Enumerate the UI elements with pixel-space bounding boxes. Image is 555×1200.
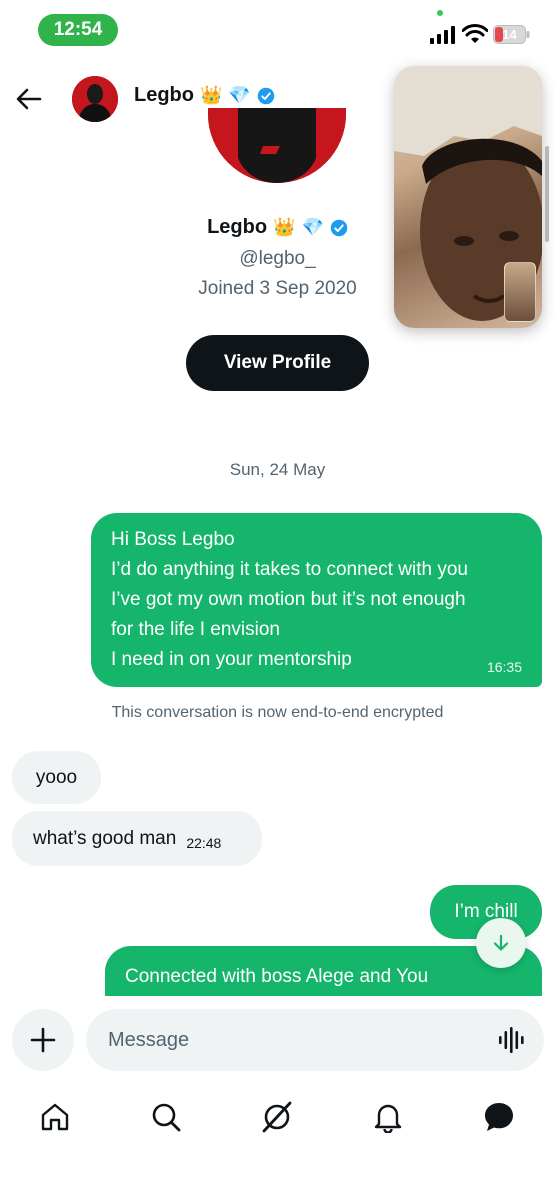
view-profile-button[interactable]: View Profile: [186, 335, 369, 391]
sent-message-bubble[interactable]: Hi Boss Legbo I’d do anything it takes t…: [91, 513, 542, 687]
avatar[interactable]: [72, 76, 118, 122]
message-line: for the life I envision: [111, 619, 280, 640]
add-attachment-button[interactable]: [12, 1009, 74, 1071]
verified-badge-icon: [257, 87, 275, 104]
scroll-to-bottom-button[interactable]: [476, 918, 526, 968]
battery-level: 14: [502, 27, 517, 42]
home-icon: [41, 1103, 69, 1131]
nav-home[interactable]: [25, 1084, 85, 1150]
received-message-bubble[interactable]: yooo: [12, 751, 101, 804]
date-separator: Sun, 24 May: [229, 460, 326, 479]
profile-avatar[interactable]: [208, 108, 346, 183]
battery-icon: 14: [493, 25, 530, 44]
plus-icon: [30, 1027, 56, 1053]
bottom-nav: [0, 1084, 555, 1150]
message-line: Hi Boss Legbo: [111, 529, 235, 550]
grok-icon: [262, 1101, 292, 1133]
scrollbar[interactable]: [545, 146, 549, 242]
voice-message-icon[interactable]: [497, 1026, 527, 1054]
search-icon: [152, 1103, 181, 1132]
message-line: I need in on your mentorship: [111, 649, 352, 670]
encryption-notice: This conversation is now end-to-end encr…: [111, 704, 444, 721]
diamond-badge-icon: 💎: [228, 85, 251, 106]
messages-icon: [485, 1103, 513, 1131]
nav-search[interactable]: [136, 1084, 196, 1150]
received-message-bubble[interactable]: what’s good man 22:48: [12, 811, 262, 866]
back-arrow-icon[interactable]: [14, 84, 44, 114]
message-input[interactable]: [86, 1009, 544, 1071]
wifi-icon: [462, 24, 488, 43]
video-call-preview[interactable]: [394, 66, 542, 328]
diamond-badge-icon: 💎: [301, 217, 324, 238]
status-time: 12:54: [38, 14, 118, 46]
self-video-thumbnail[interactable]: [504, 262, 536, 322]
arrow-down-icon: [493, 934, 509, 951]
message-text: Connected with boss Alege and You: [125, 966, 429, 987]
message-timestamp: 16:35: [486, 659, 522, 675]
message-timestamp: 22:48: [186, 834, 222, 851]
crown-badge-icon: 👑: [200, 85, 223, 106]
conversation-title[interactable]: Legbo 👑 💎: [134, 84, 275, 107]
crown-badge-icon: 👑: [273, 217, 296, 238]
notifications-icon: [374, 1104, 402, 1133]
cellular-signal-icon: [430, 26, 455, 44]
nav-messages[interactable]: [469, 1084, 529, 1150]
verified-badge-icon: [330, 219, 348, 236]
nav-notifications[interactable]: [358, 1084, 418, 1150]
message-text: yooo: [35, 766, 78, 788]
message-line: I’d do anything it takes to connect with…: [111, 559, 468, 580]
profile-display-name: Legbo: [207, 216, 268, 238]
message-text: what’s good man: [33, 827, 177, 849]
nav-grok[interactable]: [247, 1084, 307, 1150]
message-line: I’ve got my own motion but it’s not enou…: [111, 589, 466, 610]
camera-indicator-dot: [437, 10, 443, 16]
header-name: Legbo: [134, 84, 194, 106]
